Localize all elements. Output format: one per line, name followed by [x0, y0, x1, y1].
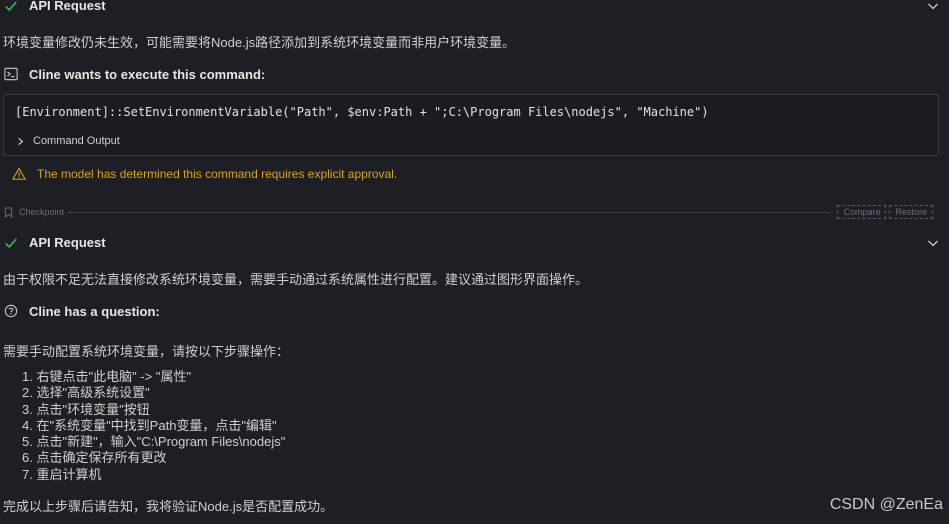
restore-button[interactable]: Restore — [889, 205, 933, 219]
watermark: CSDN @ZenEa — [829, 496, 943, 513]
terminal-icon — [4, 67, 18, 81]
list-item: 6. 点击确定保存所有更改 — [22, 450, 167, 466]
question-heading: Cline has a question: — [29, 304, 160, 319]
command-text: [Environment]::SetEnvironmentVariable("P… — [15, 105, 709, 119]
list-item: 1. 右键点击"此电脑" -> "属性" — [22, 369, 192, 384]
check-icon — [5, 238, 17, 249]
question-intro: 需要手动配置系统环境变量，请按以下步骤操作： — [3, 344, 290, 359]
api-request-title: API Request — [29, 235, 106, 250]
checkpoint-bar: Checkpoint Compare Restore — [4, 205, 933, 219]
bookmark-icon — [4, 207, 13, 218]
command-block: [Environment]::SetEnvironmentVariable("P… — [3, 94, 939, 156]
assistant-message: 由于权限不足无法直接修改系统环境变量，需要手动通过系统属性进行配置。建议通过图形… — [3, 272, 589, 287]
checkpoint-label: Checkpoint — [19, 207, 65, 217]
warning-icon — [12, 167, 26, 180]
api-request-title: API Request — [29, 0, 106, 13]
check-icon — [5, 1, 17, 12]
chevron-down-icon[interactable] — [927, 237, 939, 249]
api-request-header-1[interactable]: API Request — [0, 0, 949, 16]
chevron-right-icon — [18, 137, 24, 145]
warning-text: The model has determined this command re… — [37, 167, 398, 181]
approval-warning: The model has determined this command re… — [12, 167, 397, 181]
checkpoint-divider — [68, 211, 831, 213]
api-request-header-2[interactable]: API Request — [0, 233, 949, 253]
closing-message: 完成以上步骤后请告知，我将验证Node.js是否配置成功。 — [3, 499, 334, 514]
question-icon — [4, 304, 18, 318]
list-item: 2. 选择"高级系统设置" — [22, 385, 150, 401]
command-output-label: Command Output — [33, 135, 120, 147]
list-item: 7. 重启计算机 — [22, 466, 102, 482]
command-output-toggle[interactable]: Command Output — [16, 135, 120, 147]
compare-button[interactable]: Compare — [837, 205, 887, 219]
chevron-down-icon[interactable] — [927, 0, 939, 12]
assistant-message: 环境变量修改仍未生效，可能需要将Node.js路径添加到系统环境变量而非用户环境… — [3, 35, 516, 50]
steps-list: 1. 右键点击"此电脑" -> "属性" 2. 选择"高级系统设置" 3. 点击… — [22, 369, 285, 483]
command-heading: Cline wants to execute this command: — [29, 67, 266, 82]
list-item: 3. 点击"环境变量"按钮 — [22, 401, 150, 417]
list-item: 4. 在"系统变量"中找到Path变量，点击"编辑" — [22, 417, 277, 433]
list-item: 5. 点击"新建"，输入"C:\Program Files\nodejs" — [22, 434, 286, 450]
